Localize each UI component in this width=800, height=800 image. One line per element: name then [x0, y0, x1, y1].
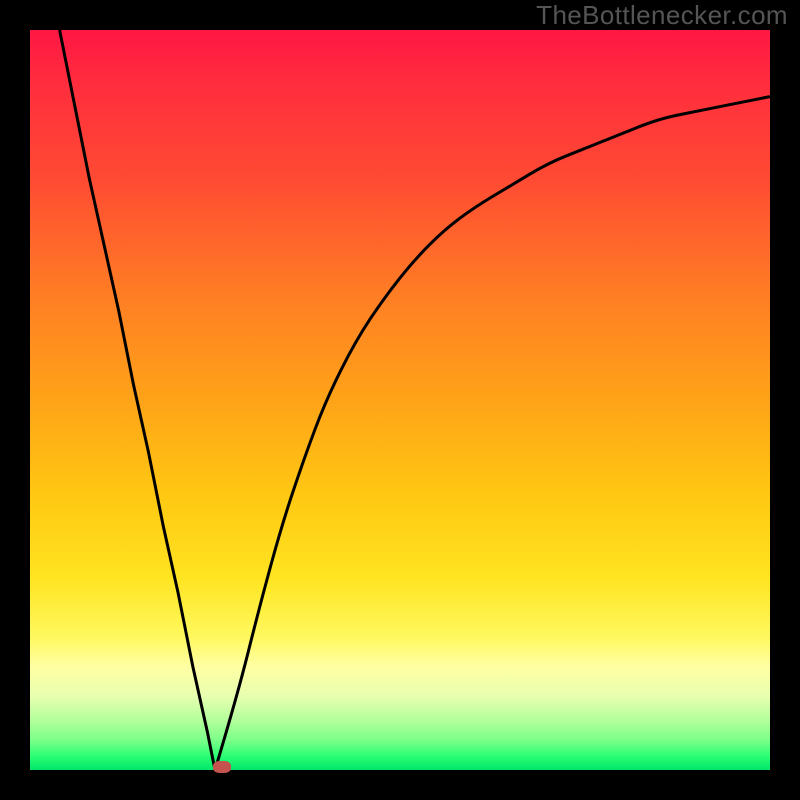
optimal-point-marker [213, 761, 231, 773]
attribution-text: TheBottlenecker.com [536, 0, 788, 31]
chart-frame: TheBottlenecker.com [0, 0, 800, 800]
bottleneck-curve [30, 30, 770, 770]
